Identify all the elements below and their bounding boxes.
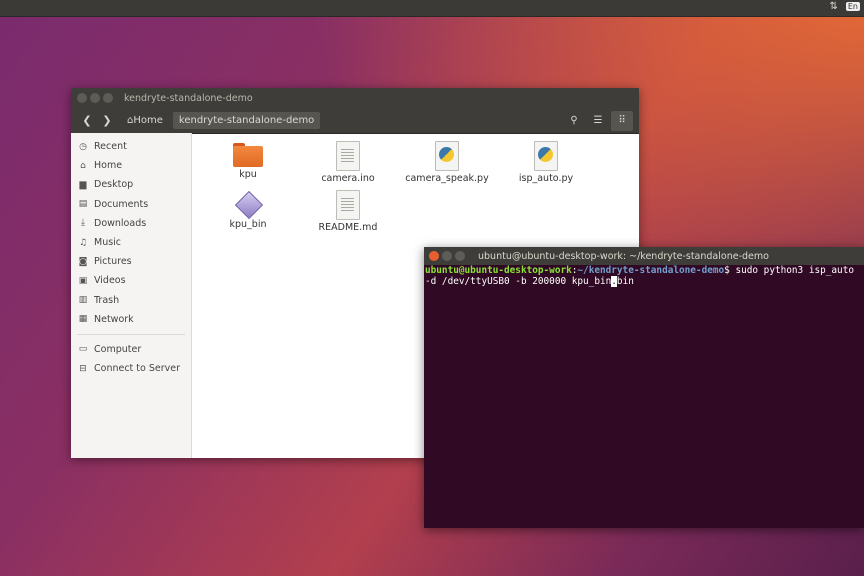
- computer-icon: ▭: [78, 344, 88, 355]
- file-label: kpu_bin: [229, 219, 267, 230]
- window-title: kendryte-standalone-demo: [124, 92, 253, 104]
- file-label: camera_speak.py: [405, 173, 489, 184]
- file-label: camera.ino: [321, 173, 375, 184]
- search-icon[interactable]: ⚲: [563, 111, 585, 131]
- sidebar-item-connect-to-server[interactable]: ⊟ Connect to Server: [71, 359, 191, 378]
- network-updown-icon[interactable]: ⇅: [829, 1, 837, 12]
- downloads-icon: ⤓: [81, 218, 85, 229]
- keyboard-layout-indicator[interactable]: En: [845, 2, 860, 11]
- network-icon: ▦: [78, 314, 88, 325]
- sidebar-item-videos[interactable]: ▣ Videos: [71, 271, 191, 290]
- sidebar-divider: [77, 333, 185, 335]
- breadcrumb-home[interactable]: ⌂Home: [121, 112, 169, 129]
- command-line-1: sudo python3 isp_auto: [735, 265, 854, 276]
- prompt-end: $: [724, 265, 736, 276]
- file-label: isp_auto.py: [518, 173, 574, 184]
- sidebar-item-desktop[interactable]: ▆ Desktop: [71, 175, 191, 194]
- terminal-titlebar[interactable]: ubuntu@ubuntu-desktop-work: ~/kendryte-s…: [424, 247, 864, 265]
- python-file-icon: [534, 141, 558, 171]
- grid-view-icon[interactable]: ⠿: [611, 110, 633, 131]
- file-item-camera-speak-py[interactable]: camera_speak.py: [402, 137, 492, 184]
- prompt-path: ~/kendryte-standalone-demo: [577, 265, 725, 276]
- desktop-icon: ▆: [79, 179, 87, 190]
- breadcrumb-current[interactable]: kendryte-standalone-demo: [172, 112, 321, 129]
- file-manager-titlebar[interactable]: kendryte-standalone-demo: [71, 88, 639, 108]
- system-tray: ⇅ En: [829, 1, 860, 12]
- file-label: kpu: [239, 169, 257, 180]
- command-line-2: -d /dev/ttyUSB0 -b 200000 kpu_bin: [425, 276, 612, 287]
- places-sidebar: ◷ Recent ⌂ Home ▆ Desktop ▤ Documents ⤓ Downl…: [71, 133, 192, 458]
- pictures-icon: ◙: [78, 256, 88, 267]
- window-title: ubuntu@ubuntu-desktop-work: ~/kendryte-s…: [478, 250, 769, 262]
- file-manager-toolbar: ❮ ❯ ⌂Home kendryte-standalone-demo ⚲ ☰ ⠿: [71, 108, 639, 134]
- text-file-icon: [336, 141, 360, 171]
- sidebar-item-music[interactable]: ♫ Music: [71, 233, 191, 252]
- python-file-icon: [435, 141, 459, 171]
- terminal-window: ubuntu@ubuntu-desktop-work: ~/kendryte-s…: [424, 247, 864, 528]
- sidebar-item-pictures[interactable]: ◙ Pictures: [71, 252, 191, 271]
- sidebar-item-home[interactable]: ⌂ Home: [71, 156, 191, 175]
- home-icon: ⌂: [80, 160, 86, 171]
- file-item-readme-md[interactable]: README.md: [303, 186, 393, 233]
- file-item-camera-ino[interactable]: camera.ino: [303, 137, 393, 184]
- sidebar-item-network[interactable]: ▦ Network: [71, 310, 191, 329]
- documents-icon: ▤: [78, 199, 88, 210]
- minimize-button[interactable]: [90, 93, 100, 103]
- file-item-kpu[interactable]: kpu: [203, 137, 293, 180]
- sidebar-item-trash[interactable]: ▥ Trash: [71, 291, 191, 310]
- top-panel: ⇅ En: [0, 0, 864, 17]
- file-item-isp-auto-py[interactable]: isp_auto.py: [501, 137, 591, 184]
- sidebar-item-documents[interactable]: ▤ Documents: [71, 195, 191, 214]
- clock-icon: ◷: [79, 141, 87, 152]
- command-line-2-tail: bin: [616, 276, 634, 287]
- maximize-button[interactable]: [103, 93, 113, 103]
- back-button[interactable]: ❮: [77, 114, 97, 127]
- terminal-output[interactable]: ubuntu@ubuntu-desktop-work:~/kendryte-st…: [424, 265, 864, 287]
- text-file-icon: [336, 190, 360, 220]
- file-item-kpu-bin[interactable]: kpu_bin: [203, 186, 293, 230]
- binary-file-icon: [234, 190, 264, 220]
- close-button[interactable]: [429, 251, 439, 261]
- sidebar-item-downloads[interactable]: ⤓ Downloads: [71, 214, 191, 233]
- server-icon: ⊟: [79, 363, 87, 374]
- sidebar-item-recent[interactable]: ◷ Recent: [71, 137, 191, 156]
- sidebar-item-computer[interactable]: ▭ Computer: [71, 340, 191, 359]
- trash-icon: ▥: [78, 295, 88, 306]
- videos-icon: ▣: [78, 275, 88, 286]
- maximize-button[interactable]: [455, 251, 465, 261]
- folder-icon: [233, 143, 263, 167]
- close-button[interactable]: [77, 93, 87, 103]
- file-label: README.md: [318, 222, 378, 233]
- prompt-user: ubuntu@ubuntu-desktop-work: [425, 265, 572, 276]
- music-icon: ♫: [78, 237, 88, 248]
- list-view-icon[interactable]: ☰: [587, 111, 609, 131]
- forward-button[interactable]: ❯: [97, 114, 117, 127]
- minimize-button[interactable]: [442, 251, 452, 261]
